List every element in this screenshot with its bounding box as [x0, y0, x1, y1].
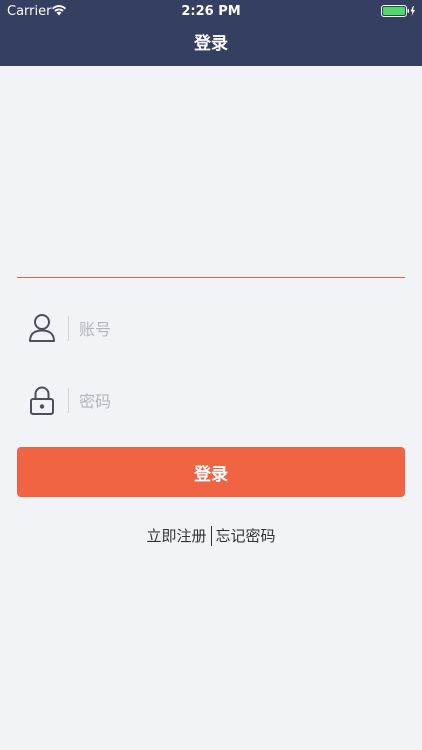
auth-links: 立即注册 忘记密码	[0, 524, 422, 546]
login-button[interactable]: 登录	[17, 447, 405, 497]
password-input[interactable]	[79, 385, 379, 417]
user-icon	[29, 314, 55, 342]
forgot-password-link[interactable]: 忘记密码	[216, 525, 276, 547]
account-field[interactable]	[17, 305, 405, 353]
account-input[interactable]	[79, 313, 379, 345]
link-separator	[210, 525, 212, 546]
register-link[interactable]: 立即注册	[146, 525, 206, 547]
password-field[interactable]	[17, 377, 405, 425]
accent-divider	[17, 277, 405, 278]
app-header: Carrier 2:26 PM 登录	[0, 0, 422, 66]
lock-icon	[30, 386, 54, 415]
field-separator	[68, 388, 69, 413]
status-time: 2:26 PM	[181, 4, 241, 19]
status-bar: Carrier 2:26 PM	[0, 0, 422, 22]
field-separator	[68, 316, 69, 341]
page-title: 登录	[194, 34, 228, 54]
battery-icon	[381, 5, 415, 17]
